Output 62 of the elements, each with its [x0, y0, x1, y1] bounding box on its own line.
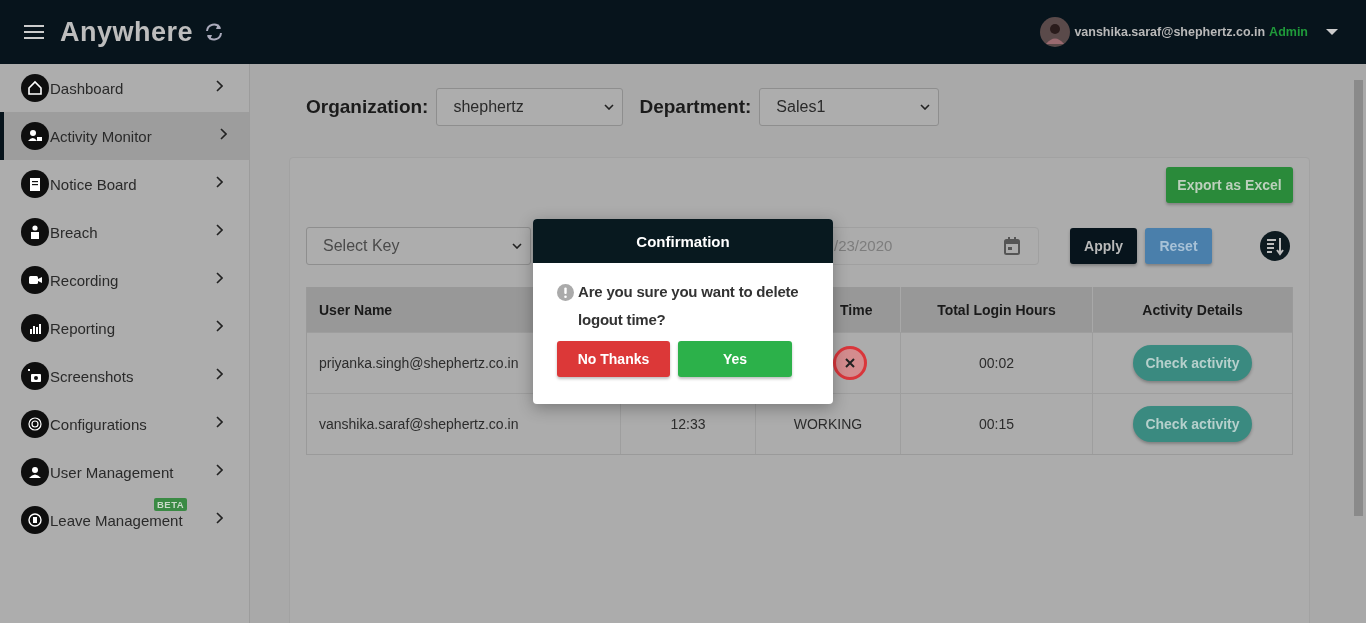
beta-badge: BETA — [154, 498, 188, 511]
avatar[interactable] — [1040, 17, 1071, 47]
chevron-icon — [215, 512, 223, 524]
close-icon — [845, 358, 855, 368]
caret-icon[interactable] — [1326, 28, 1338, 36]
clipboard-icon — [21, 170, 49, 198]
dropdown-icon — [920, 104, 931, 110]
video-icon — [21, 266, 49, 294]
hours-text: 00:02 — [978, 355, 1014, 371]
user-email: priyanka.singh@shephertz.co.in — [319, 355, 519, 371]
time-text: 12:33 — [670, 416, 706, 432]
sidebar-item[interactable]: Dashboard — [0, 64, 249, 112]
camera-icon — [21, 362, 49, 390]
person-icon — [21, 218, 49, 246]
bar-chart-icon — [21, 314, 49, 342]
no-thanks-button[interactable]: No Thanks — [557, 341, 670, 377]
dropdown-icon — [512, 242, 522, 249]
column-header: Time — [840, 301, 873, 318]
dialog-title: Confirmation — [636, 232, 730, 250]
key-select[interactable]: Select Key — [306, 226, 531, 265]
warning-icon — [557, 284, 574, 301]
dialog-message: Are you sure you want to delete logout time? — [578, 282, 800, 330]
chevron-icon — [215, 464, 223, 476]
sidebar-item[interactable]: User Management — [0, 448, 249, 496]
brand-logo: Anywhere — [60, 16, 194, 48]
dropdown-icon — [604, 104, 615, 110]
status-text: WORKING — [793, 416, 863, 432]
sidebar-item[interactable]: BETA Leave Management — [0, 496, 249, 544]
department-label: Department: — [639, 96, 752, 118]
column-header: Activity Details — [1142, 301, 1243, 318]
user-email: vanshika.saraf@shephertz.co.in — [1074, 25, 1266, 39]
sidebar-item[interactable]: Configurations — [0, 400, 249, 448]
users-icon — [21, 458, 49, 486]
apply-button[interactable]: Apply — [1070, 227, 1137, 264]
column-header: Total Login Hours — [937, 301, 1056, 318]
chevron-icon — [215, 224, 223, 236]
user-role: Admin — [1269, 25, 1308, 39]
column-header: User Name — [319, 301, 393, 318]
chevron-icon — [215, 368, 223, 380]
menu-icon[interactable] — [24, 24, 46, 40]
user-icon — [21, 122, 49, 150]
hours-text: 00:15 — [978, 416, 1014, 432]
user-email: vanshika.saraf@shephertz.co.in — [319, 416, 519, 432]
delete-button[interactable] — [833, 346, 867, 380]
chevron-icon — [215, 416, 223, 428]
sort-icon[interactable] — [1260, 230, 1290, 261]
chevron-icon — [219, 128, 227, 140]
sidebar-item[interactable]: Activity Monitor — [0, 112, 249, 160]
chevron-icon — [215, 320, 223, 332]
chevron-icon — [215, 80, 223, 92]
sidebar-item[interactable]: Recording — [0, 256, 249, 304]
sidebar-item[interactable]: Screenshots — [0, 352, 249, 400]
chevron-icon — [215, 176, 223, 188]
sidebar-item[interactable]: Notice Board — [0, 160, 249, 208]
organization-select[interactable]: shephertz — [436, 88, 624, 126]
target-icon — [21, 410, 49, 438]
chevron-icon — [215, 272, 223, 284]
sidebar-item[interactable]: Breach — [0, 208, 249, 256]
sidebar-item[interactable]: Reporting — [0, 304, 249, 352]
department-select[interactable]: Sales1 — [759, 88, 940, 126]
home-icon — [21, 74, 49, 102]
organization-label: Organization: — [306, 96, 429, 118]
